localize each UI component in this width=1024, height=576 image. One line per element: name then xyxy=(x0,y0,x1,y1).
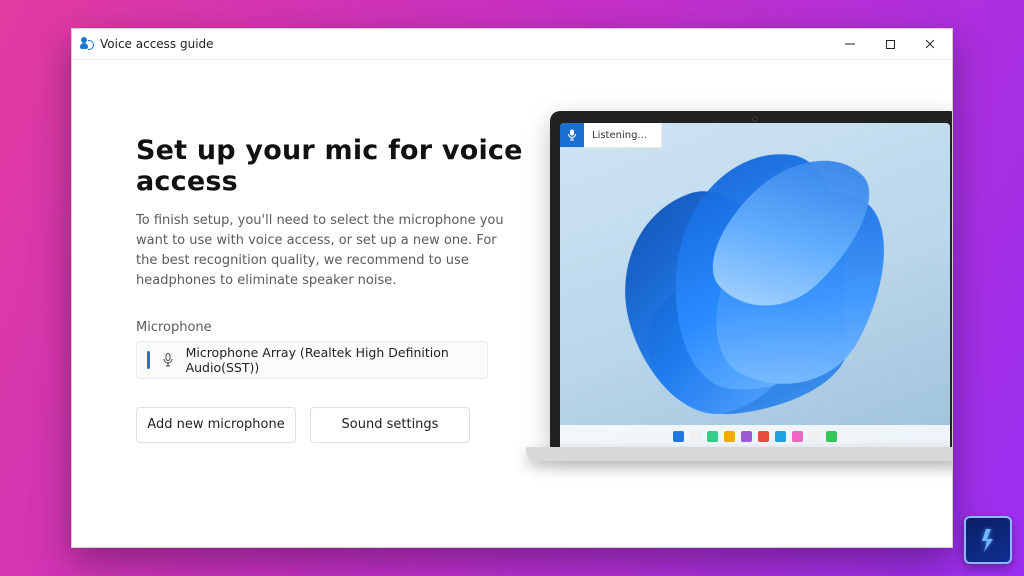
taskbar-icon xyxy=(792,431,803,442)
laptop-screen: Listening... xyxy=(560,123,950,447)
microphone-label: Microphone xyxy=(136,320,536,335)
voice-access-bar: Listening... xyxy=(560,123,662,147)
microphone-icon xyxy=(162,353,174,367)
voice-access-app-icon xyxy=(80,37,94,51)
selection-accent xyxy=(147,351,150,369)
close-button[interactable] xyxy=(910,29,950,59)
laptop-preview: Listening... xyxy=(550,111,953,447)
desktop-background: Voice access guide Set up your mic for v… xyxy=(0,0,1024,576)
corner-badge-icon[interactable] xyxy=(964,516,1012,564)
page-description: To finish setup, you'll need to select t… xyxy=(136,211,506,292)
window-title: Voice access guide xyxy=(100,37,214,51)
taskbar-icon xyxy=(724,431,735,442)
sound-settings-button[interactable]: Sound settings xyxy=(310,407,470,443)
selected-microphone-name: Microphone Array (Realtek High Definitio… xyxy=(186,345,477,375)
taskbar-icon xyxy=(826,431,837,442)
microphone-selector[interactable]: Microphone Array (Realtek High Definitio… xyxy=(136,341,488,379)
taskbar-icon xyxy=(673,431,684,442)
titlebar-left: Voice access guide xyxy=(80,37,214,51)
listening-mic-icon xyxy=(560,123,584,147)
laptop-base xyxy=(526,447,953,461)
page-heading: Set up your mic for voice access xyxy=(136,135,536,197)
window-body: Set up your mic for voice access To fini… xyxy=(72,59,952,547)
taskbar-icon xyxy=(707,431,718,442)
laptop-camera xyxy=(752,116,758,122)
maximize-button[interactable] xyxy=(870,29,910,59)
listening-status-label: Listening... xyxy=(584,123,662,148)
voice-access-guide-window: Voice access guide Set up your mic for v… xyxy=(71,28,953,548)
add-new-microphone-button[interactable]: Add new microphone xyxy=(136,407,296,443)
setup-panel: Set up your mic for voice access To fini… xyxy=(136,135,536,443)
taskbar-icon xyxy=(690,431,701,442)
window-controls xyxy=(830,29,950,59)
taskbar-icon xyxy=(809,431,820,442)
minimize-button[interactable] xyxy=(830,29,870,59)
titlebar: Voice access guide xyxy=(72,29,952,60)
taskbar-icon xyxy=(741,431,752,442)
taskbar-icon xyxy=(775,431,786,442)
taskbar-icon xyxy=(758,431,769,442)
windows-bloom-wallpaper xyxy=(587,123,907,422)
action-row: Add new microphone Sound settings xyxy=(136,407,536,443)
preview-taskbar xyxy=(560,425,950,447)
